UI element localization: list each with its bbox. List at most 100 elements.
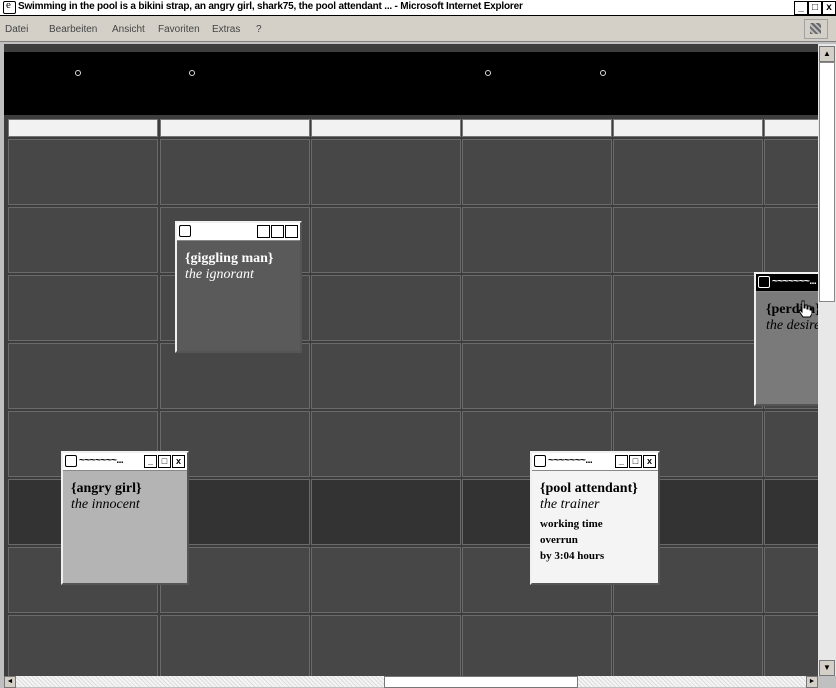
grid-cell: [462, 343, 612, 409]
grid-cell: [764, 411, 818, 477]
grid-cell: [8, 615, 158, 676]
grid-cell: [764, 547, 818, 613]
menu-bar: Datei Bearbeiten Ansicht Favoriten Extra…: [0, 16, 836, 42]
header-band: [4, 52, 818, 115]
hand-cursor-icon: [798, 300, 812, 318]
menu-bearbeiten[interactable]: Bearbeiten: [49, 24, 97, 35]
popup-minimize-button[interactable]: _: [615, 455, 628, 468]
vertical-scroll-thumb[interactable]: [819, 62, 835, 302]
status-note: working time overrun by 3:04 hours: [540, 516, 638, 564]
dot-marker: [189, 70, 195, 76]
status-note-line: overrun: [540, 534, 578, 546]
grid-header-cell: [462, 119, 612, 137]
internet-explorer-icon: [758, 276, 770, 288]
popup-perdita[interactable]: ~~~~~~~... {perdita} the desired: [754, 272, 818, 406]
popup-title-bar[interactable]: ~~~~~~~... _ □ x: [63, 453, 187, 471]
scroll-left-button[interactable]: ◄: [4, 676, 16, 688]
popup-maximize-button[interactable]: □: [158, 455, 171, 468]
menu-datei[interactable]: Datei: [5, 24, 28, 35]
scroll-right-button[interactable]: ►: [806, 676, 818, 688]
menu-extras[interactable]: Extras: [212, 24, 240, 35]
grid-cell: [311, 139, 461, 205]
grid-header-cell: [160, 119, 310, 137]
internet-explorer-icon: [65, 455, 77, 467]
horizontal-scroll-thumb[interactable]: [384, 676, 578, 688]
grid-header-cell: [311, 119, 461, 137]
status-note-line: by 3:04 hours: [540, 550, 605, 562]
grid-header-cell: [8, 119, 158, 137]
popup-title-bar[interactable]: ~~~~~~~... _ □ x: [177, 223, 300, 241]
dot-marker: [600, 70, 606, 76]
character-role: the innocent: [71, 497, 140, 512]
grid-cell: [311, 207, 461, 273]
page-content: ~~~~~~~... _ □ x {giggling man} the igno…: [4, 44, 818, 676]
grid-cell: [462, 275, 612, 341]
grid-cell: [311, 479, 461, 545]
grid-cell: [8, 207, 158, 273]
character-role: the desired: [766, 318, 818, 333]
grid-cell: [613, 615, 763, 676]
popup-maximize-button[interactable]: □: [271, 225, 284, 238]
character-name: {angry girl}: [71, 481, 142, 496]
popup-title: ~~~~~~~...: [548, 455, 593, 466]
grid-cell: [764, 139, 818, 205]
window-title: Swimming in the pool is a bikini strap, …: [18, 1, 523, 12]
menu-favoriten[interactable]: Favoriten: [158, 24, 200, 35]
windows-logo-icon: [804, 19, 828, 39]
grid-cell: [462, 615, 612, 676]
popup-close-button[interactable]: x: [643, 455, 656, 468]
grid-cell: [160, 139, 310, 205]
grid-cell: [8, 275, 158, 341]
popup-pool-attendant[interactable]: ~~~~~~~... _ □ x {pool attendant} the tr…: [530, 451, 660, 585]
popup-title-bar[interactable]: ~~~~~~~...: [756, 274, 818, 292]
grid-cell: [613, 207, 763, 273]
minimize-button[interactable]: _: [794, 1, 808, 15]
popup-maximize-button[interactable]: □: [629, 455, 642, 468]
scroll-down-button[interactable]: ▼: [819, 660, 835, 676]
popup-angry-girl[interactable]: ~~~~~~~... _ □ x {angry girl} the innoce…: [61, 451, 189, 585]
dot-marker: [485, 70, 491, 76]
scroll-up-button[interactable]: ▲: [819, 46, 835, 62]
vertical-scrollbar[interactable]: ▲ ▼: [818, 44, 836, 676]
status-note-line: working time: [540, 518, 603, 530]
close-button[interactable]: x: [822, 1, 836, 15]
internet-explorer-icon: [534, 455, 546, 467]
grid-cell: [613, 343, 763, 409]
internet-explorer-icon: [3, 0, 16, 14]
character-role: the trainer: [540, 497, 600, 512]
menu-help[interactable]: ?: [256, 24, 262, 35]
grid-cell: [8, 343, 158, 409]
grid-cell: [462, 139, 612, 205]
grid-cell: [311, 411, 461, 477]
menu-ansicht[interactable]: Ansicht: [112, 24, 145, 35]
grid-cell: [8, 139, 158, 205]
popup-close-button[interactable]: x: [172, 455, 185, 468]
grid-cell: [160, 615, 310, 676]
popup-title: ~~~~~~~...: [772, 276, 817, 287]
character-role: the ignorant: [185, 267, 254, 282]
grid-cell: [311, 615, 461, 676]
grid-cell: [462, 207, 612, 273]
grid-cell: [311, 275, 461, 341]
character-name: {pool attendant}: [540, 481, 638, 496]
popup-minimize-button[interactable]: _: [257, 225, 270, 238]
popup-title-bar[interactable]: ~~~~~~~... _ □ x: [532, 453, 658, 471]
grid-header-cell: [613, 119, 763, 137]
popup-minimize-button[interactable]: _: [144, 455, 157, 468]
grid-header-cell: [764, 119, 818, 137]
maximize-button[interactable]: □: [808, 1, 822, 15]
grid-cell: [764, 207, 818, 273]
grid-cell: [613, 139, 763, 205]
popup-title: ~~~~~~~...: [193, 225, 238, 236]
popup-close-button[interactable]: x: [285, 225, 298, 238]
horizontal-scrollbar[interactable]: ◄ ►: [4, 676, 818, 688]
grid-cell: [613, 275, 763, 341]
character-name: {giggling man}: [185, 251, 274, 266]
grid-cell: [311, 547, 461, 613]
title-bar: Swimming in the pool is a bikini strap, …: [0, 0, 836, 16]
grid-cell: [764, 615, 818, 676]
grid-cell: [311, 343, 461, 409]
internet-explorer-icon: [179, 225, 191, 237]
popup-title: ~~~~~~~...: [79, 455, 124, 466]
popup-giggling-man[interactable]: ~~~~~~~... _ □ x {giggling man} the igno…: [175, 221, 302, 353]
